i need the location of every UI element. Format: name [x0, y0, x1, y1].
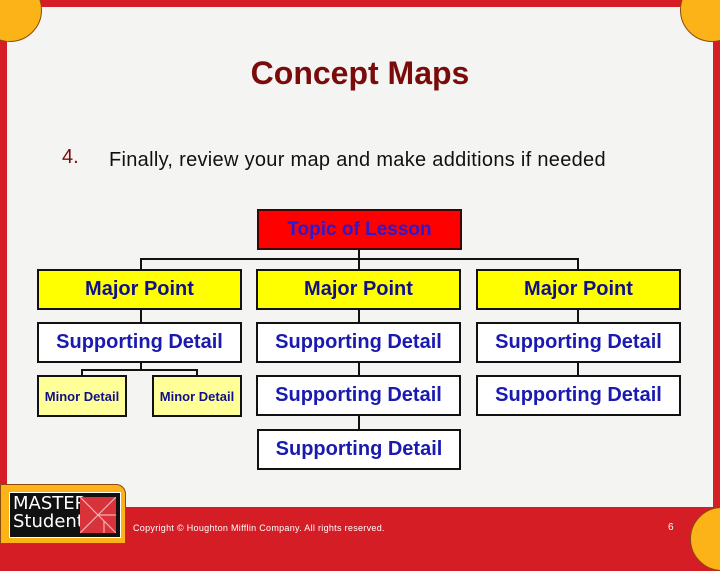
- logo-text: MASTER Student: [13, 495, 87, 531]
- supporting-detail-node: Supporting Detail: [476, 375, 681, 416]
- connector-col1-support: [140, 310, 142, 322]
- minor-detail-node: Minor Detail: [152, 375, 242, 417]
- major-point-node: Major Point: [476, 269, 681, 310]
- connector-majors-bar: [140, 258, 579, 260]
- supporting-detail-node: Supporting Detail: [476, 322, 681, 363]
- connector-col2-s3: [358, 416, 360, 429]
- minor-detail-node: Minor Detail: [37, 375, 127, 417]
- supporting-detail-node: Supporting Detail: [256, 322, 461, 363]
- supporting-detail-node: Supporting Detail: [257, 429, 461, 470]
- bullet-number: 4.: [62, 146, 79, 168]
- connector-major-3: [577, 258, 579, 269]
- supporting-detail-node: Supporting Detail: [256, 375, 461, 416]
- connector-col2-s2: [358, 363, 360, 375]
- corner-ornament-bottom-right: [690, 507, 720, 571]
- connector-major-1: [140, 258, 142, 269]
- master-student-logo: MASTER Student: [9, 492, 121, 538]
- major-point-node: Major Point: [37, 269, 242, 310]
- page-number: 6: [668, 522, 674, 533]
- connector-minor-bar: [81, 369, 197, 371]
- connector-col3-s2: [577, 363, 579, 375]
- copyright-text: Copyright © Houghton Mifflin Company. Al…: [133, 523, 385, 533]
- slide-title: Concept Maps: [250, 55, 470, 91]
- connector-col2-s1: [358, 310, 360, 322]
- tangram-icon: [79, 496, 117, 534]
- bullet-text: Finally, review your map and make additi…: [109, 149, 606, 171]
- topic-node: Topic of Lesson: [257, 209, 462, 250]
- connector-col3-s1: [577, 310, 579, 322]
- supporting-detail-node: Supporting Detail: [37, 322, 242, 363]
- logo-line-student: Student: [13, 511, 84, 532]
- major-point-node: Major Point: [256, 269, 461, 310]
